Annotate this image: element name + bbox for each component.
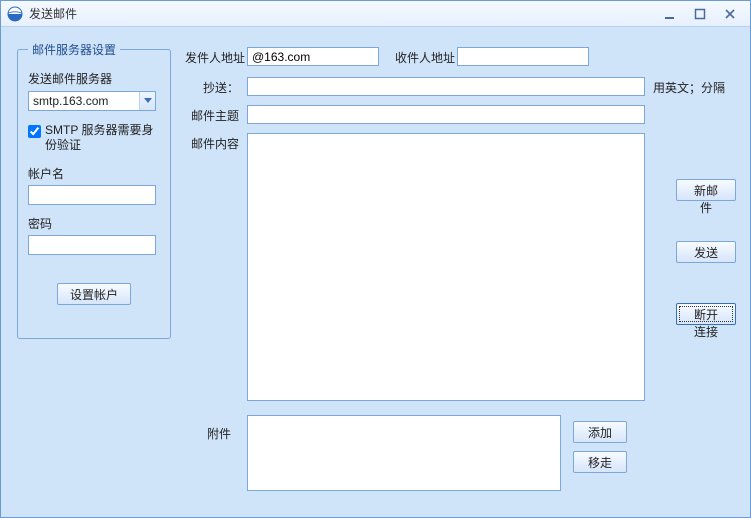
from-label: 发件人地址 [185,49,245,66]
titlebar: 发送邮件 [1,1,750,27]
smtp-auth-row: SMTP 服务器需要身份验证 [28,123,160,153]
server-settings-legend: 邮件服务器设置 [28,41,120,58]
body-textarea[interactable] [247,133,645,401]
subject-label: 邮件主题 [191,107,239,124]
attachment-label: 附件 [207,425,231,442]
maximize-button[interactable] [692,7,708,21]
new-mail-button[interactable]: 新邮件 [676,179,736,201]
password-label: 密码 [28,215,160,232]
set-account-button[interactable]: 设置帐户 [57,283,131,305]
form-area: 发件人地址 收件人地址 抄送： 用英文；分隔 邮件主题 邮件内容 新邮件 发送 … [185,45,736,503]
minimize-button[interactable] [662,7,678,21]
window-controls [662,7,738,21]
chevron-down-icon[interactable] [139,92,155,110]
body-label: 邮件内容 [191,135,239,152]
remove-attachment-button[interactable]: 移走 [573,451,627,473]
window-title: 发送邮件 [29,5,662,22]
add-attachment-button[interactable]: 添加 [573,421,627,443]
from-input[interactable] [247,47,379,66]
to-input[interactable] [457,47,589,66]
disconnect-button[interactable]: 断开连接 [676,303,736,325]
smtp-combo-value: smtp.163.com [29,94,139,108]
smtp-auth-label: SMTP 服务器需要身份验证 [45,123,160,153]
smtp-label: 发送邮件服务器 [28,70,160,87]
account-label: 帐户名 [28,165,160,182]
smtp-combo[interactable]: smtp.163.com [28,91,156,111]
subject-input[interactable] [247,105,645,124]
side-button-column: 新邮件 发送 断开连接 [676,179,736,325]
to-label: 收件人地址 [395,49,455,66]
smtp-auth-checkbox[interactable] [28,125,41,138]
attachment-buttons: 添加 移走 [573,421,627,473]
close-button[interactable] [722,7,738,21]
client-area: 邮件服务器设置 发送邮件服务器 smtp.163.com SMTP 服务器需要身… [1,27,750,517]
account-input[interactable] [28,185,156,205]
cc-label: 抄送： [203,79,239,96]
server-settings-group: 邮件服务器设置 发送邮件服务器 smtp.163.com SMTP 服务器需要身… [17,41,171,339]
send-button[interactable]: 发送 [676,241,736,263]
app-icon [7,6,23,22]
password-input[interactable] [28,235,156,255]
cc-hint: 用英文；分隔 [653,79,725,96]
app-window: 发送邮件 邮件服务器设置 发送邮件服务器 smtp.163.com [0,0,751,518]
attachment-listbox[interactable] [247,415,561,491]
set-account-row: 设置帐户 [28,283,160,305]
cc-input[interactable] [247,77,645,96]
